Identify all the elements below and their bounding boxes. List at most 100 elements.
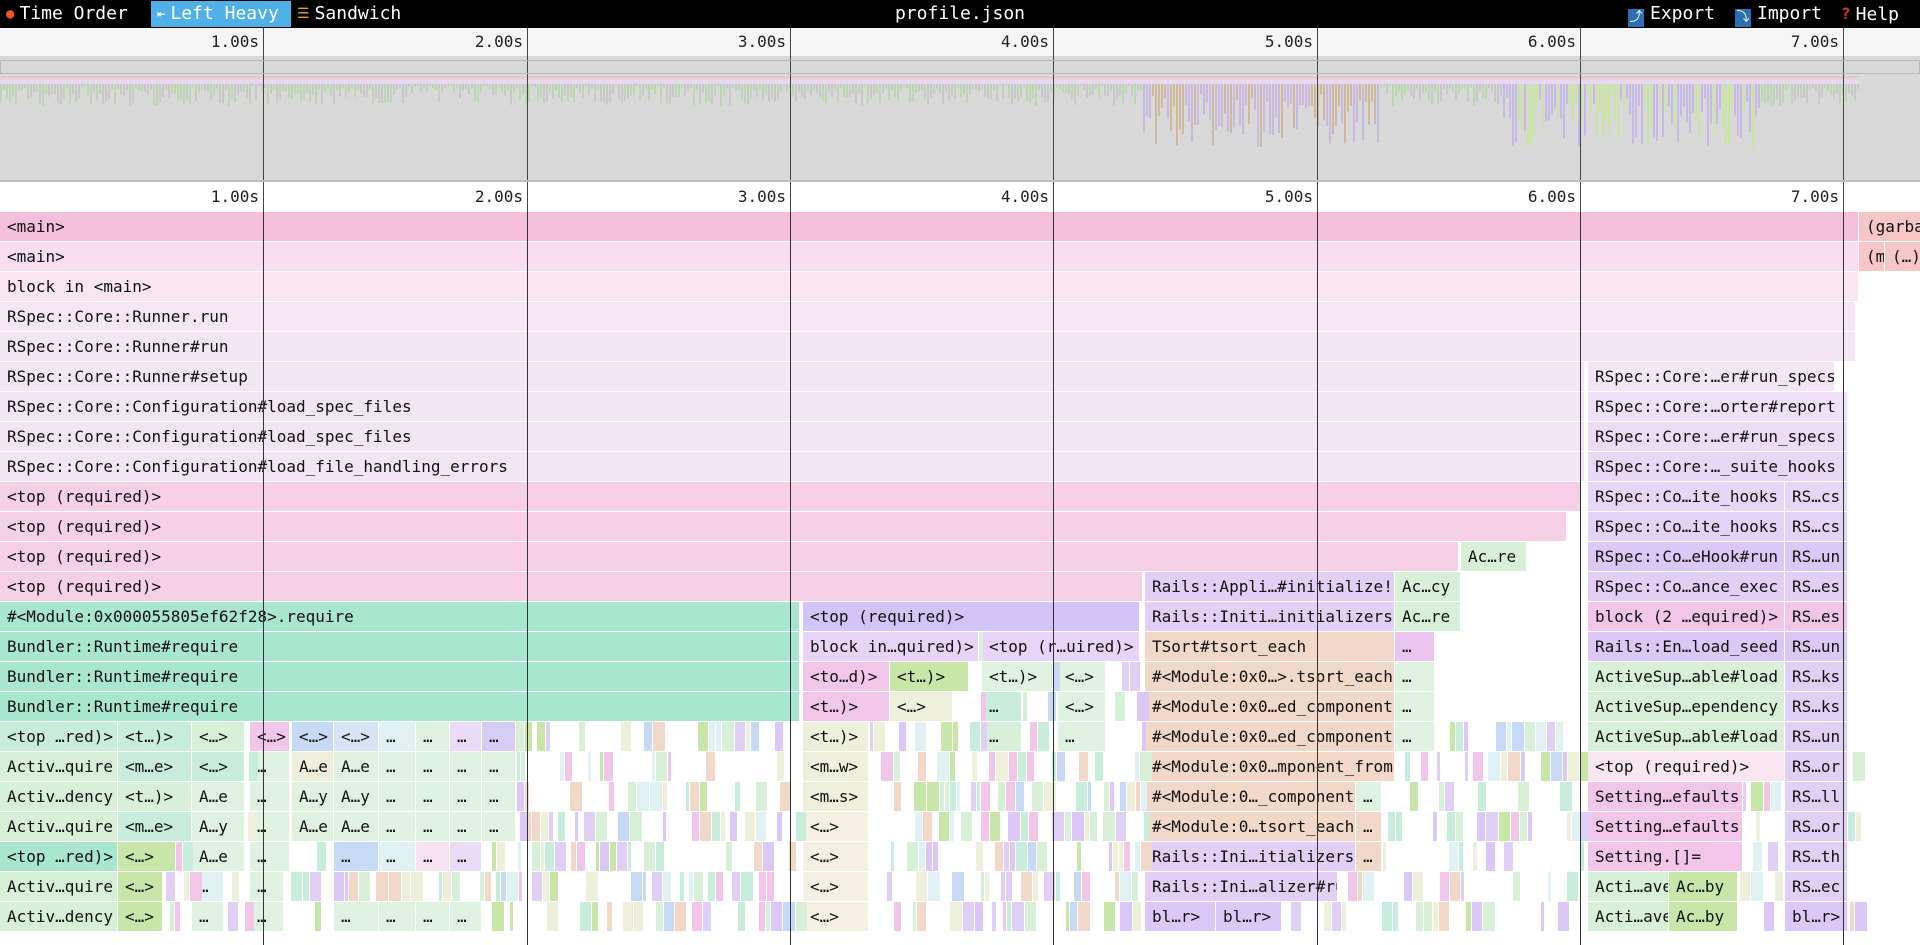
flame-frame-sliver[interactable]	[411, 872, 423, 901]
flame-frame-sliver[interactable]	[1135, 752, 1139, 781]
flame-frame-sliver[interactable]	[558, 812, 565, 841]
flame-frame-sliver[interactable]	[1363, 872, 1374, 901]
flame-frame[interactable]: RSpec::Co…ance_exec	[1588, 572, 1785, 601]
flame-frame-sliver[interactable]	[1074, 872, 1081, 901]
flame-frame-sliver[interactable]	[1501, 752, 1507, 781]
flame-frame-sliver[interactable]	[1764, 902, 1774, 931]
flame-frame[interactable]: <…>	[118, 872, 163, 901]
flame-frame-sliver[interactable]	[970, 722, 980, 751]
flame-frame-sliver[interactable]	[176, 842, 182, 871]
flame-frame[interactable]: …	[450, 752, 482, 781]
flame-frame[interactable]: …	[416, 722, 450, 751]
flame-frame[interactable]: …	[482, 722, 516, 751]
flame-frame-sliver[interactable]	[1003, 902, 1006, 931]
flame-frame-sliver[interactable]	[1033, 872, 1038, 901]
flame-frame[interactable]: Rails::Appli…#initialize!	[1145, 572, 1395, 601]
flame-frame[interactable]: <…>	[192, 752, 245, 781]
flame-frame-sliver[interactable]	[694, 872, 703, 901]
flame-frame-sliver[interactable]	[1008, 812, 1020, 841]
flame-frame-sliver[interactable]	[565, 752, 572, 781]
flame-frame-sliver[interactable]	[1023, 692, 1027, 721]
flame-frame-sliver[interactable]	[492, 902, 504, 931]
flame-frame[interactable]: <t…)>	[803, 722, 869, 751]
flame-frame-sliver[interactable]	[518, 842, 521, 871]
flame-frame-sliver[interactable]	[700, 812, 711, 841]
flame-frame[interactable]: RSpec::Core::Runner#run	[0, 332, 1856, 361]
flame-frame[interactable]: …	[334, 902, 379, 931]
flame-frame-sliver[interactable]	[721, 812, 725, 841]
flame-frame[interactable]: bl…r>	[1145, 902, 1216, 931]
flame-frame-sliver[interactable]	[887, 872, 892, 901]
flame-frame-sliver[interactable]	[700, 782, 707, 811]
flame-frame-sliver[interactable]	[940, 782, 944, 811]
flame-frame[interactable]: …	[250, 902, 284, 931]
flame-frame-sliver[interactable]	[541, 842, 544, 871]
flame-frame-sliver[interactable]	[656, 842, 664, 871]
flame-frame-sliver[interactable]	[1473, 752, 1483, 781]
flame-frame-sliver[interactable]	[549, 812, 553, 841]
flame-frame-sliver[interactable]	[990, 812, 1000, 841]
flame-frame-sliver[interactable]	[228, 902, 238, 931]
flame-frame[interactable]: #<Module:0x0…>.tsort_each	[1145, 662, 1395, 691]
flame-frame-sliver[interactable]	[1115, 872, 1119, 901]
flame-frame-sliver[interactable]	[1424, 902, 1432, 931]
flame-frame[interactable]: <top (required)>	[0, 572, 1143, 601]
flame-frame[interactable]: …	[1395, 662, 1435, 691]
flame-frame-sliver[interactable]	[610, 842, 616, 871]
flame-frame-sliver[interactable]	[927, 782, 939, 811]
flame-frame-sliver[interactable]	[349, 872, 358, 901]
flame-frame-sliver[interactable]	[1120, 872, 1131, 901]
flame-frame-sliver[interactable]	[1056, 872, 1060, 901]
flame-frame-sliver[interactable]	[1740, 872, 1750, 901]
flame-frame-sliver[interactable]	[1507, 722, 1511, 751]
flame-frame-sliver[interactable]	[315, 902, 321, 931]
flame-frame-sliver[interactable]	[1456, 722, 1463, 751]
flame-frame-sliver[interactable]	[975, 902, 983, 931]
flame-frame-sliver[interactable]	[607, 902, 612, 931]
left-heavy-button[interactable]: ⇤ Left Heavy	[151, 1, 291, 27]
flame-frame-sliver[interactable]	[751, 722, 759, 751]
flame-frame-sliver[interactable]	[644, 722, 652, 751]
flame-frame-sliver[interactable]	[1580, 752, 1588, 781]
flame-frame[interactable]: …	[482, 812, 516, 841]
flame-frame-sliver[interactable]	[1021, 812, 1028, 841]
flame-frame-sliver[interactable]	[359, 872, 370, 901]
flame-frame-sliver[interactable]	[981, 722, 987, 751]
flame-frame[interactable]: Acti…ave!	[1588, 902, 1669, 931]
flame-frame[interactable]: Ac…cy	[1395, 572, 1461, 601]
flame-frame-sliver[interactable]	[977, 782, 980, 811]
flame-frame[interactable]: RS…es	[1785, 572, 1848, 601]
flame-frame-sliver[interactable]	[560, 752, 564, 781]
flame-frame[interactable]: Ac…by	[1669, 902, 1738, 931]
flame-frame[interactable]: <top (required)>	[0, 512, 1567, 541]
flame-frame-sliver[interactable]	[1029, 812, 1038, 841]
flame-frame[interactable]: …	[192, 902, 224, 931]
flame-frame-sliver[interactable]	[1547, 722, 1555, 751]
flame-frame[interactable]: RS…un	[1785, 632, 1848, 661]
flame-frame-sliver[interactable]	[1127, 782, 1135, 811]
flame-frame-sliver[interactable]	[1079, 752, 1088, 781]
flame-frame-sliver[interactable]	[1450, 872, 1460, 901]
flame-frame-sliver[interactable]	[939, 812, 949, 841]
flame-frame-sliver[interactable]	[492, 842, 496, 871]
flame-frame-sliver[interactable]	[706, 752, 715, 781]
flame-frame-sliver[interactable]	[1142, 722, 1146, 751]
flame-frame-sliver[interactable]	[919, 842, 925, 871]
flame-frame-sliver[interactable]	[1478, 782, 1486, 811]
flame-frame-sliver[interactable]	[1110, 782, 1114, 811]
flame-frame-sliver[interactable]	[1030, 722, 1037, 751]
flame-frame[interactable]: <t…)>	[982, 662, 1053, 691]
flame-frame[interactable]: A…e	[192, 782, 245, 811]
flame-frame-sliver[interactable]	[575, 812, 578, 841]
flame-frame-sliver[interactable]	[443, 872, 451, 901]
flame-frame-sliver[interactable]	[1103, 812, 1115, 841]
flame-frame[interactable]: #<Module:0…_component	[1145, 782, 1356, 811]
flame-frame-sliver[interactable]	[1018, 752, 1026, 781]
flame-frame-sliver[interactable]	[175, 902, 180, 931]
flame-frame-sliver[interactable]	[745, 812, 755, 841]
flame-frame[interactable]: Setting…efaults	[1588, 782, 1743, 811]
flame-frame-sliver[interactable]	[1473, 842, 1477, 871]
flame-frame-sliver[interactable]	[1563, 752, 1567, 781]
flame-frame-sliver[interactable]	[588, 752, 591, 781]
flame-frame-sliver[interactable]	[783, 902, 795, 931]
